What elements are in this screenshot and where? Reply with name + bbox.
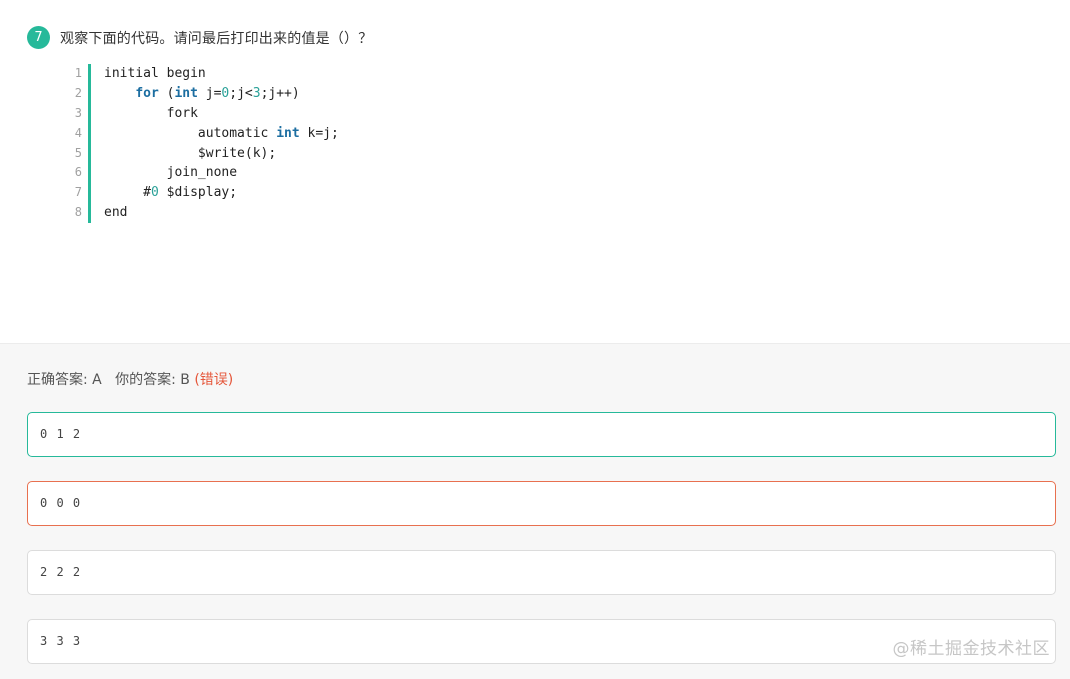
question-text: 观察下面的代码。请问最后打印出来的值是（）？	[60, 30, 373, 47]
code-text: $write(k);	[91, 144, 276, 164]
code-line: 8 end	[62, 203, 339, 224]
option-text: 2 2 2	[40, 565, 82, 579]
code-line: 2 for (int j=0;j<3;j++)	[62, 83, 339, 104]
line-number: 6	[74, 165, 82, 180]
option-a[interactable]: 0 1 2	[27, 412, 1056, 457]
answer-panel: 正确答案: A 你的答案: B (错误) 0 1 2 0 0 0 2 2 2 3…	[0, 343, 1070, 679]
question-header: 7 观察下面的代码。请问最后打印出来的值是（）？	[27, 26, 372, 49]
line-number: 7	[74, 185, 82, 200]
code-line: 1 initial begin	[62, 64, 339, 84]
code-line-text: initial begin	[104, 66, 206, 81]
code-line-text: automatic int k=j;	[104, 125, 339, 141]
code-text: fork	[91, 104, 198, 124]
code-line-text: end	[104, 205, 128, 221]
line-number: 4	[74, 125, 82, 140]
option-text: 3 3 3	[40, 634, 82, 648]
option-b[interactable]: 0 0 0	[27, 481, 1056, 526]
code-line: 4 automatic int k=j;	[62, 123, 339, 144]
watermark: @稀土掘金技术社区	[892, 639, 1050, 659]
option-text: 0 0 0	[40, 496, 82, 510]
your-answer-label: 你的答案: B	[115, 372, 190, 388]
code-text: initial begin	[91, 64, 206, 84]
code-line: 7 #0 $display;	[62, 183, 339, 204]
option-text: 0 1 2	[40, 427, 82, 441]
line-number: 5	[74, 145, 82, 160]
line-number: 8	[74, 205, 82, 220]
code-text: for (int j=0;j<3;j++)	[91, 84, 300, 104]
code-text: #0 $display;	[91, 183, 237, 203]
line-number: 1	[74, 66, 82, 80]
code-line-text: for (int j=0;j<3;j++)	[135, 85, 300, 101]
code-text: end	[91, 203, 127, 223]
line-number: 2	[74, 85, 82, 100]
code-line-text: $write(k);	[104, 145, 277, 161]
code-line: 5 $write(k);	[62, 143, 339, 164]
code-line-text: #0 $display;	[104, 185, 238, 201]
code-line: 6 join_none	[62, 163, 339, 184]
code-text: join_none	[91, 163, 237, 183]
code-line: 3 fork	[62, 103, 339, 124]
option-c[interactable]: 2 2 2	[27, 550, 1056, 595]
answer-status-badge: (错误)	[194, 372, 234, 388]
question-panel: 7 观察下面的代码。请问最后打印出来的值是（）？ 1 initial begin …	[0, 0, 1070, 343]
code-block: 1 initial begin 2 for (int j=0;j<3;j++) 3…	[62, 64, 339, 224]
code-line-text: join_none	[104, 165, 238, 181]
code-text: automatic int k=j;	[91, 124, 339, 144]
code-line-text: fork	[104, 105, 198, 121]
answer-summary: 正确答案: A 你的答案: B (错误)	[27, 369, 233, 389]
line-number: 3	[74, 105, 82, 120]
question-number-badge: 7	[27, 26, 50, 49]
correct-answer-label: 正确答案: A	[27, 372, 102, 388]
